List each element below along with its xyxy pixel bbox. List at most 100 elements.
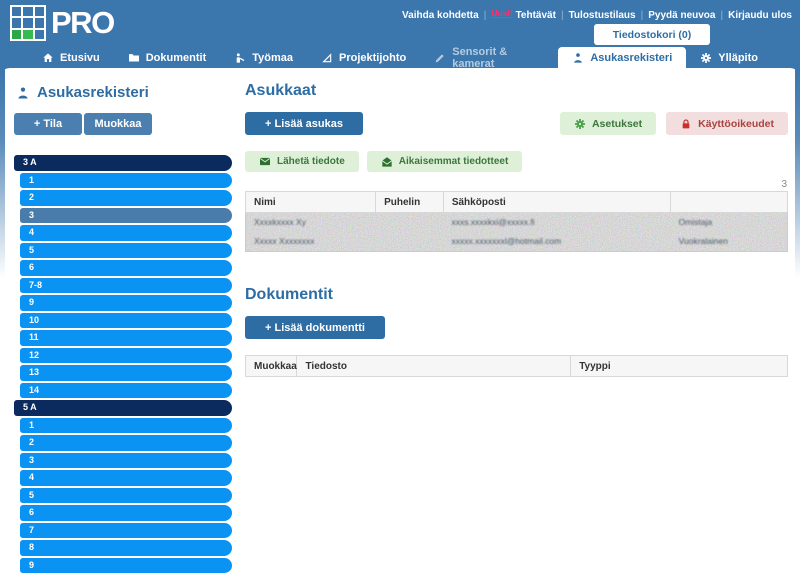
resident-cell: xxxs.xxxxkxi@xxxxx.fi	[443, 213, 670, 232]
space-item[interactable]: 4	[20, 225, 232, 241]
nav-tab-asukasrekisteri[interactable]: Asukasrekisteri	[558, 47, 686, 68]
pencil-icon	[434, 52, 446, 64]
redacted-resident-rows: Xxxxkxxxx Xy xxxs.xxxxkxi@xxxxx.fiOmistaj…	[245, 213, 788, 252]
space-item[interactable]: 2	[20, 190, 232, 206]
edit-button[interactable]: Muokkaa	[84, 113, 152, 135]
nav-tab-label: Työmaa	[252, 52, 293, 64]
documents-section: Dokumentit + Lisää dokumentti MuokkaaTie…	[245, 286, 788, 377]
lock-icon	[680, 118, 692, 130]
resident-cell: Xxxxx Xxxxxxxx	[246, 232, 376, 251]
app-window: PRO Vaihda kohdetta | Uusi! Tehtävät | Tulost…	[0, 0, 800, 575]
space-item[interactable]: 9	[20, 558, 232, 574]
nav-tab-ylläpito[interactable]: Ylläpito	[686, 47, 772, 68]
documents-column-header: Tiedosto	[297, 356, 571, 377]
sidebar-title: Asukasrekisteri	[16, 84, 232, 101]
space-item[interactable]: 5	[20, 488, 232, 504]
resident-cell: Omistaja	[671, 213, 787, 232]
add-document-button[interactable]: + Lisää dokumentti	[245, 316, 385, 339]
space-item[interactable]: 1	[20, 173, 232, 189]
folder-icon	[128, 52, 140, 63]
documents-table-header: MuokkaaTiedostoTyyppi	[246, 356, 788, 377]
space-item[interactable]: 2	[20, 435, 232, 451]
residents-table-header: NimiPuhelinSähköposti	[246, 192, 788, 213]
new-badge: Uusi!	[491, 8, 512, 18]
link-separator: |	[484, 10, 487, 21]
space-item[interactable]: 1	[20, 418, 232, 434]
gear-icon	[574, 118, 586, 130]
main-content: Asukkaat + Lisää asukas Asetukset Kä	[232, 82, 788, 575]
resident-row-redacted[interactable]: Xxxxkxxxx Xy xxxs.xxxxkxi@xxxxx.fiOmistaj…	[246, 213, 787, 232]
residents-column-header: Nimi	[246, 192, 376, 213]
envelope-open-icon	[381, 156, 393, 168]
permissions-button[interactable]: Käyttöoikeudet	[666, 112, 788, 135]
space-item[interactable]: 5	[20, 243, 232, 259]
resident-count: 3	[245, 179, 787, 190]
space-group-header[interactable]: 3 A	[14, 155, 232, 171]
space-item[interactable]: 11	[20, 330, 232, 346]
send-notice-button[interactable]: Lähetä tiedote	[245, 151, 359, 172]
space-item[interactable]: 3	[20, 453, 232, 469]
topbar-link-4[interactable]: Pyydä neuvoa	[648, 10, 715, 21]
nav-tab-label: Projektijohto	[339, 52, 406, 64]
worker-icon	[234, 52, 246, 64]
nav-tab-projektijohto[interactable]: Projektijohto	[307, 47, 420, 68]
logo-text: PRO	[51, 5, 114, 41]
space-item[interactable]: 13	[20, 365, 232, 381]
space-item[interactable]: 3	[20, 208, 232, 224]
ruler-icon	[321, 52, 333, 64]
resident-cell	[376, 232, 444, 251]
person-icon	[572, 52, 584, 64]
topbar-link-1[interactable]: Vaihda kohdetta	[402, 10, 479, 21]
documents-column-header: Tyyppi	[571, 356, 788, 377]
documents-column-header: Muokkaa	[246, 356, 297, 377]
nav-tab-label: Sensorit & kamerat	[452, 46, 544, 70]
residents-title: Asukkaat	[245, 82, 788, 100]
nav-tab-label: Asukasrekisteri	[590, 52, 672, 64]
topbar-link-5[interactable]: Kirjaudu ulos	[728, 10, 792, 21]
nav-tab-etusivu[interactable]: Etusivu	[28, 47, 114, 68]
sidebar-buttons: + Tila Muokkaa	[14, 113, 232, 135]
link-separator: |	[720, 10, 723, 21]
nav-tab-dokumentit[interactable]: Dokumentit	[114, 47, 221, 68]
documents-title: Dokumentit	[245, 286, 788, 304]
add-space-button[interactable]: + Tila	[14, 113, 82, 135]
home-icon	[42, 52, 54, 64]
add-resident-button[interactable]: + Lisää asukas	[245, 112, 363, 135]
nav-tab-työmaa[interactable]: Työmaa	[220, 47, 307, 68]
app-logo: PRO	[10, 5, 114, 41]
sidebar: Asukasrekisteri + Tila Muokkaa 3 A123456…	[14, 82, 232, 575]
space-group-header[interactable]: 5 A	[14, 400, 232, 416]
nav-tab-sensorit-kamerat[interactable]: Sensorit & kamerat	[420, 47, 558, 68]
space-item[interactable]: 4	[20, 470, 232, 486]
space-item[interactable]: 12	[20, 348, 232, 364]
logo-grid-icon	[10, 5, 46, 41]
resident-cell: Vuokralainen	[671, 232, 787, 251]
space-item[interactable]: 7-8	[20, 278, 232, 294]
space-item[interactable]: 7	[20, 523, 232, 539]
settings-button[interactable]: Asetukset	[560, 112, 656, 135]
resident-row-redacted[interactable]: Xxxxx Xxxxxxxx xxxxx.xxxxxxxl@hotmail.com…	[246, 232, 787, 251]
space-item[interactable]: 14	[20, 383, 232, 399]
topbar-link-3[interactable]: Tulostustilaus	[569, 10, 636, 21]
link-separator: |	[641, 10, 644, 21]
residents-column-header	[671, 192, 788, 213]
previous-notices-button[interactable]: Aikaisemmat tiedotteet	[367, 151, 522, 172]
file-basket-button[interactable]: Tiedostokori (0)	[594, 24, 710, 45]
space-list: 3 A1234567-8910111213145 A12345678910	[14, 155, 232, 575]
resident-cell	[376, 213, 444, 232]
topbar-link-2[interactable]: Tehtävät	[516, 10, 556, 21]
space-item[interactable]: 8	[20, 540, 232, 556]
residents-table: NimiPuhelinSähköposti	[245, 191, 788, 213]
space-item[interactable]: 6	[20, 505, 232, 521]
link-separator: |	[561, 10, 564, 21]
space-item[interactable]: 6	[20, 260, 232, 276]
space-item[interactable]: 10	[20, 313, 232, 329]
resident-cell: xxxxx.xxxxxxxl@hotmail.com	[443, 232, 670, 251]
sidebar-title-label: Asukasrekisteri	[37, 84, 149, 101]
space-item[interactable]: 9	[20, 295, 232, 311]
documents-table: MuokkaaTiedostoTyyppi	[245, 355, 788, 377]
gear-icon	[700, 52, 712, 64]
topbar-links: Vaihda kohdetta | Uusi! Tehtävät | Tulostusti…	[402, 8, 792, 21]
resident-cell: Xxxxkxxxx Xy	[246, 213, 376, 232]
nav-tab-label: Ylläpito	[718, 52, 758, 64]
